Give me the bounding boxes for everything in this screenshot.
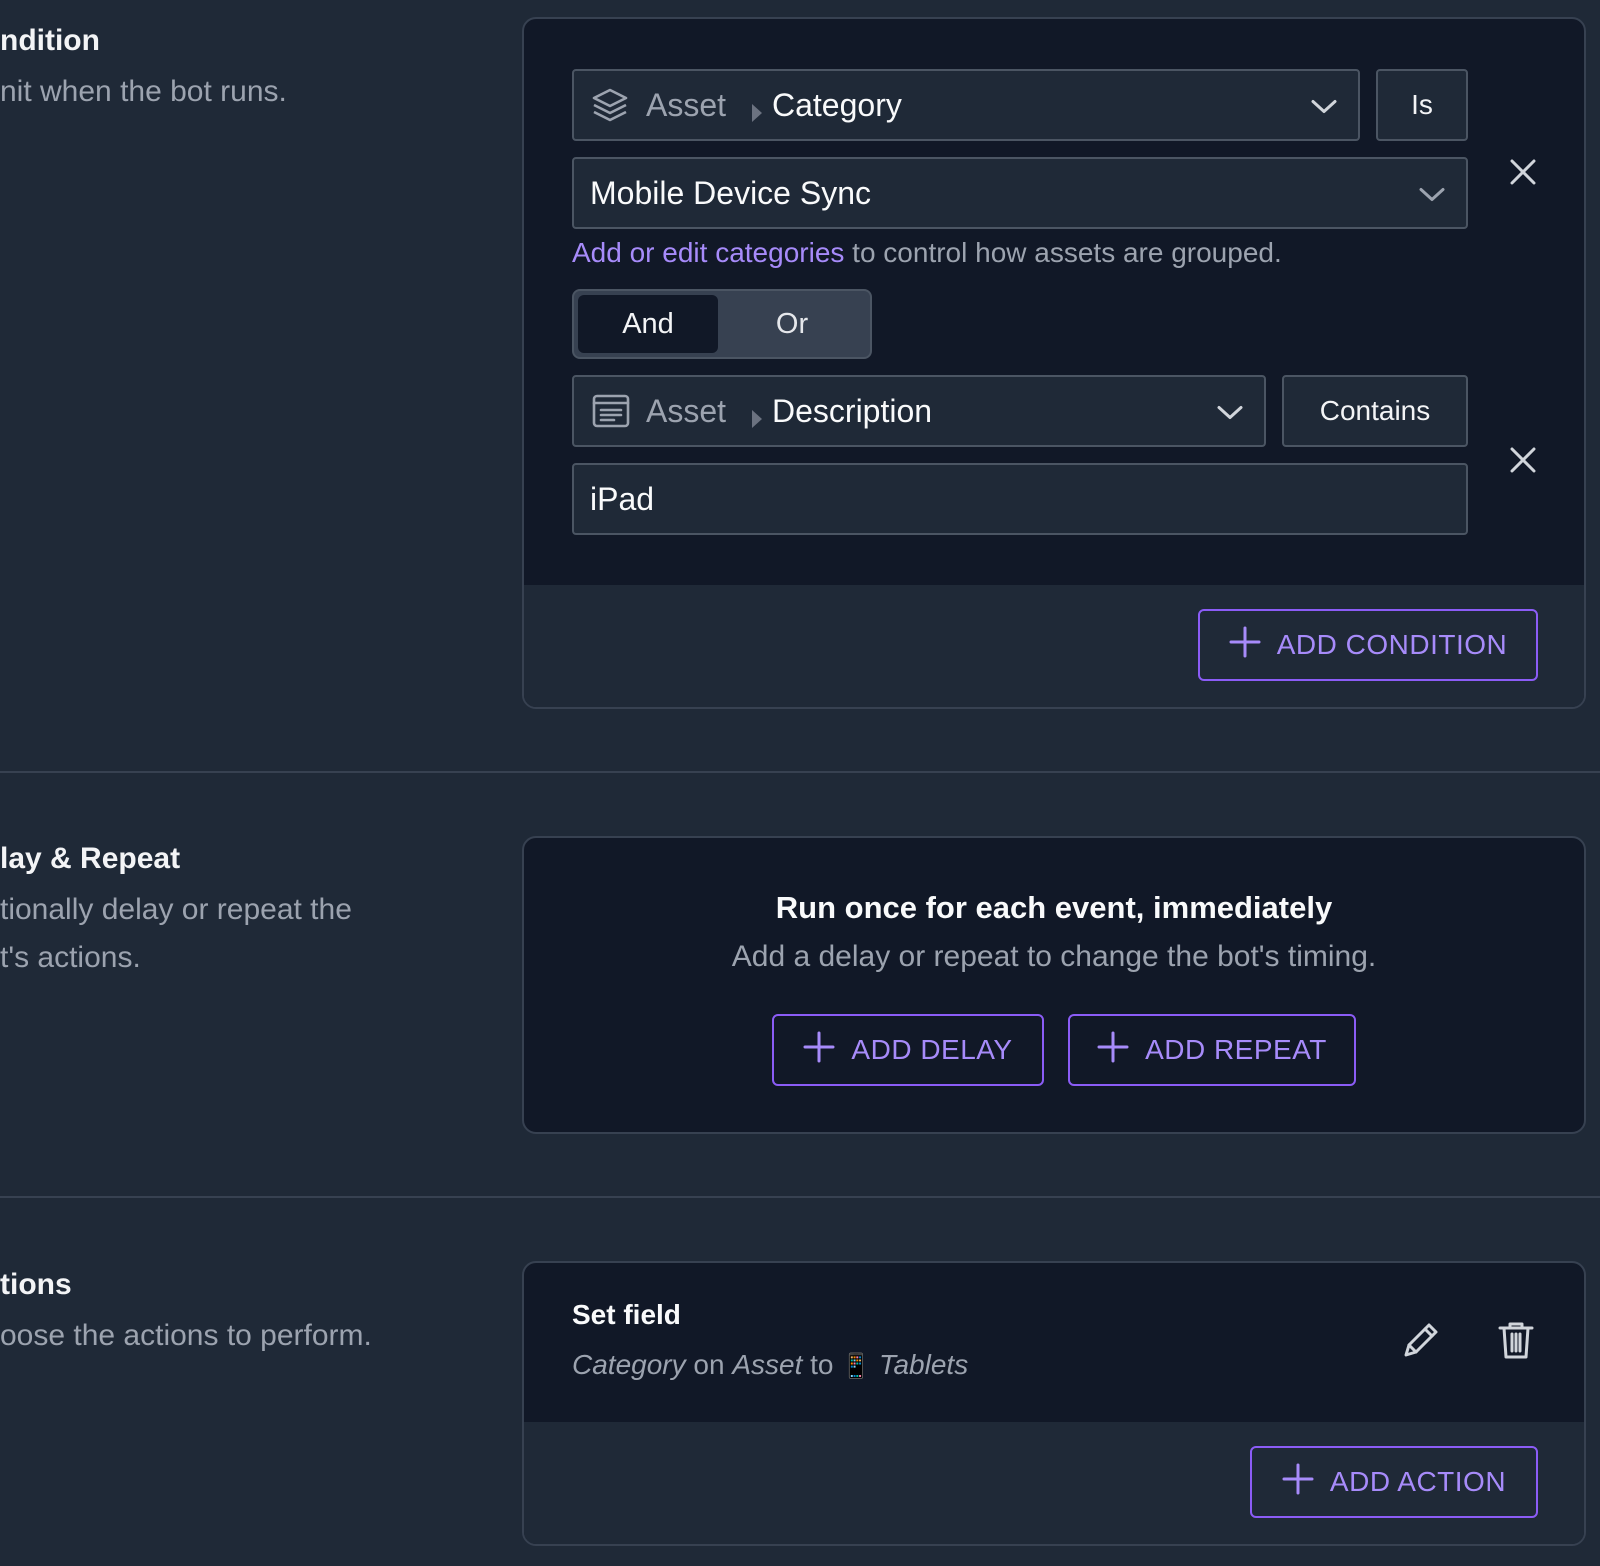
action-target: Asset — [732, 1349, 803, 1380]
action-title: Set field — [572, 1299, 681, 1330]
add-condition-button[interactable]: ADD CONDITION — [1198, 609, 1538, 681]
edit-categories-link[interactable]: Add or edit categories — [572, 237, 844, 268]
timing-card: Run once for each event, immediately Add… — [522, 836, 1586, 1134]
section-divider — [0, 771, 1600, 773]
condition-1-value-select[interactable]: Mobile Device Sync — [572, 157, 1468, 229]
delay-section-desc-line2: t's actions. — [0, 941, 141, 974]
category-help-text: Add or edit categories to control how as… — [572, 237, 1282, 269]
action-on-text: on — [685, 1349, 733, 1380]
description-icon — [592, 393, 630, 437]
remove-condition-2-close-icon[interactable] — [1508, 445, 1538, 480]
condition-2-operator-button[interactable]: Contains — [1282, 375, 1468, 447]
tablet-emoji-icon: 📱 — [841, 1353, 872, 1380]
add-repeat-label: ADD REPEAT — [1145, 1034, 1327, 1065]
condition-2-value-input[interactable]: iPad — [572, 463, 1468, 535]
condition-2-field-prefix: Asset — [646, 392, 727, 429]
actions-card-footer: ADD ACTION — [524, 1422, 1584, 1544]
category-help-rest: to control how assets are grouped. — [844, 237, 1282, 268]
action-value: Tablets — [878, 1349, 969, 1380]
conditions-card-footer: ADD CONDITION — [524, 585, 1584, 707]
add-delay-button[interactable]: ADD DELAY — [772, 1014, 1044, 1086]
condition-1-field-prefix: Asset — [646, 86, 727, 123]
actions-section-desc: oose the actions to perform. — [0, 1319, 372, 1352]
chevron-down-icon — [1310, 87, 1338, 124]
add-delay-label: ADD DELAY — [851, 1034, 1013, 1065]
breadcrumb-caret-icon — [750, 95, 764, 132]
condition-2-value: iPad — [590, 480, 655, 517]
add-condition-label: ADD CONDITION — [1276, 629, 1508, 660]
action-description: Category on Asset to 📱 Tablets — [572, 1349, 968, 1381]
layers-icon — [590, 85, 630, 133]
actions-card: Set field Category on Asset to 📱 Tablets — [522, 1261, 1586, 1546]
timing-title: Run once for each event, immediately — [775, 890, 1333, 925]
condition-2-field-select[interactable]: Asset Description — [572, 375, 1266, 447]
add-repeat-button[interactable]: ADD REPEAT — [1068, 1014, 1356, 1086]
plus-icon — [1097, 1031, 1129, 1070]
and-or-toggle: And Or — [572, 289, 872, 359]
remove-condition-1-close-icon[interactable] — [1508, 157, 1538, 192]
condition-1-value: Mobile Device Sync — [590, 174, 871, 211]
plus-icon — [1229, 626, 1261, 665]
condition-section-title: ndition — [0, 24, 100, 57]
condition-1-field-name: Category — [772, 86, 902, 123]
breadcrumb-caret-icon — [750, 401, 764, 438]
plus-icon — [803, 1031, 835, 1070]
bot-editor-page: ndition nit when the bot runs. Asset Cat… — [0, 0, 1600, 1566]
condition-2-field-name: Description — [772, 392, 933, 429]
delay-section-title: lay & Repeat — [0, 842, 181, 875]
section-divider — [0, 1196, 1600, 1198]
edit-pencil-icon[interactable] — [1400, 1319, 1442, 1366]
delete-trash-icon[interactable] — [1496, 1319, 1536, 1366]
toggle-or[interactable]: Or — [718, 295, 866, 353]
condition-1-operator-button[interactable]: Is — [1376, 69, 1468, 141]
action-field: Category — [572, 1349, 686, 1380]
add-action-button[interactable]: ADD ACTION — [1250, 1446, 1538, 1518]
action-to-text: to — [802, 1349, 842, 1380]
chevron-down-icon — [1418, 175, 1446, 212]
toggle-and[interactable]: And — [578, 295, 718, 353]
plus-icon — [1282, 1463, 1314, 1502]
actions-section-title: tions — [0, 1268, 72, 1301]
delay-section-desc-line1: tionally delay or repeat the — [0, 893, 352, 926]
condition-1-field-select[interactable]: Asset Category — [572, 69, 1360, 141]
chevron-down-icon — [1216, 393, 1244, 430]
condition-section-desc: nit when the bot runs. — [0, 75, 287, 108]
add-action-label: ADD ACTION — [1329, 1466, 1507, 1497]
conditions-card: Asset Category Is Mobile Device Sync Add… — [522, 17, 1586, 709]
timing-subtitle: Add a delay or repeat to change the bot'… — [731, 940, 1377, 973]
